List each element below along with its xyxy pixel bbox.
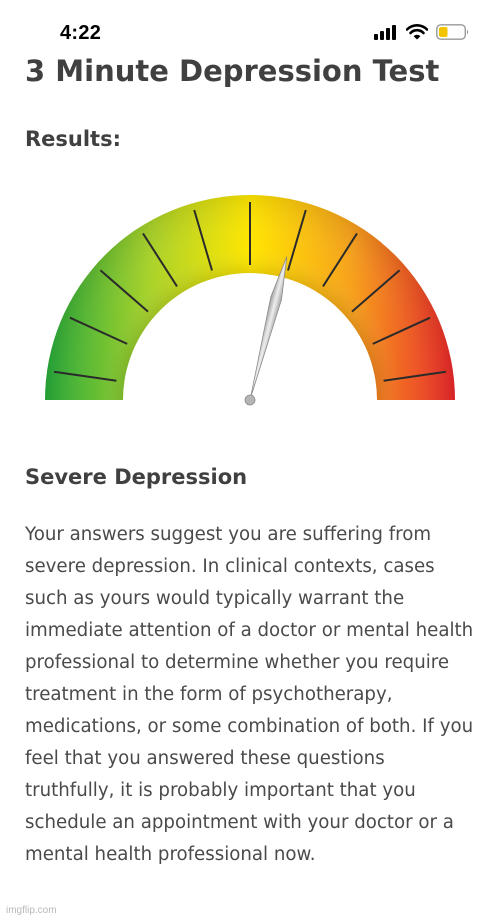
battery-low-icon — [436, 24, 469, 40]
page-title: 3 Minute Depression Test — [25, 54, 440, 88]
severity-gauge — [45, 195, 455, 406]
result-title: Severe Depression — [25, 465, 248, 489]
status-icons — [374, 24, 470, 40]
status-bar: 4:22 — [0, 0, 500, 52]
wifi-icon — [406, 24, 428, 40]
needle-pivot — [244, 394, 256, 406]
results-heading: Results: — [25, 127, 121, 151]
cellular-signal-icon — [374, 25, 396, 40]
gauge-needle — [244, 256, 288, 406]
watermark: imgflip.com — [6, 905, 57, 916]
result-description: Your answers suggest you are suffering f… — [25, 524, 474, 865]
status-time: 4:22 — [60, 22, 102, 44]
